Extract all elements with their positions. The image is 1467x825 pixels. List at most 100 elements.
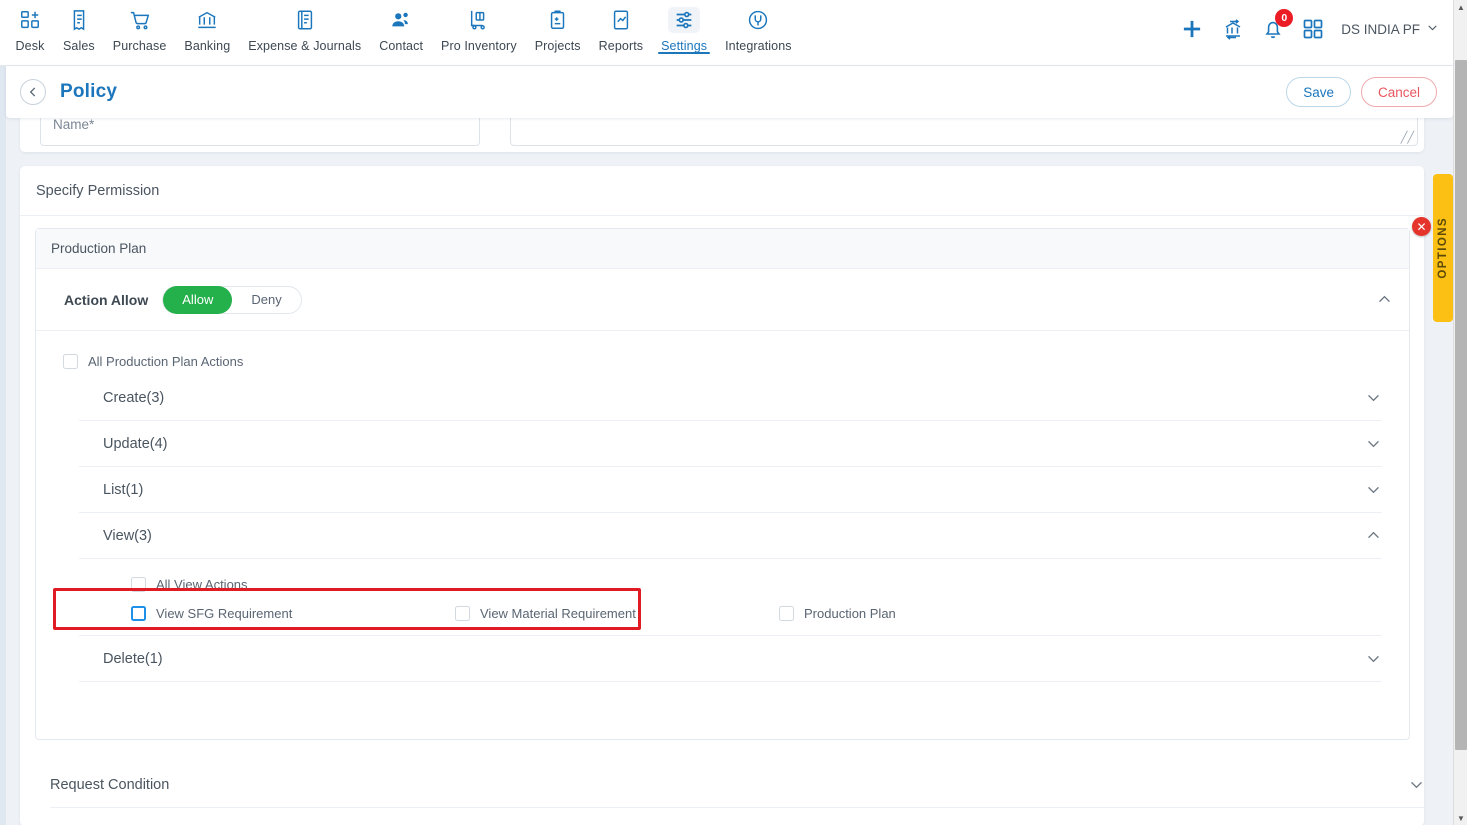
view-material-requirement-label: View Material Requirement bbox=[480, 606, 636, 621]
nav-item-sales[interactable]: Sales bbox=[54, 0, 104, 53]
production-plan-panel: Production Plan Action Allow Allow Deny bbox=[35, 228, 1410, 740]
bank-transfer-icon[interactable] bbox=[1221, 17, 1245, 41]
settings-sliders-icon bbox=[668, 7, 701, 33]
projects-clipboard-icon bbox=[547, 7, 569, 33]
app-root: Desk Sales Purchase Banking Expense & Jo… bbox=[0, 0, 1467, 825]
request-condition-row[interactable]: Request Condition bbox=[50, 762, 1425, 808]
back-button[interactable] bbox=[20, 79, 46, 105]
close-icon[interactable]: ✕ bbox=[1412, 217, 1431, 236]
view-permissions-grid: View SFG Requirement View Material Requi… bbox=[79, 592, 1382, 629]
accordion-create[interactable]: Create(3) bbox=[79, 375, 1382, 421]
accordion-create-label: Create(3) bbox=[103, 389, 165, 406]
nav-label-reports: Reports bbox=[598, 39, 644, 53]
nav-item-pro-inventory[interactable]: Pro Inventory bbox=[432, 0, 526, 53]
title-actions: Save Cancel bbox=[1286, 77, 1437, 107]
top-navigation: Desk Sales Purchase Banking Expense & Jo… bbox=[0, 0, 1453, 66]
specify-permission-title: Specify Permission bbox=[20, 166, 1424, 216]
nav-item-desk[interactable]: Desk bbox=[6, 0, 54, 53]
bank-icon bbox=[196, 7, 218, 33]
view-sfg-requirement-checkbox[interactable] bbox=[131, 606, 146, 621]
nav-item-settings[interactable]: Settings bbox=[652, 0, 716, 54]
nav-item-expense-journals[interactable]: Expense & Journals bbox=[239, 0, 370, 53]
view-sfg-requirement-label: View SFG Requirement bbox=[156, 606, 293, 621]
accordion-delete[interactable]: Delete(1) bbox=[79, 636, 1382, 682]
all-view-actions-label: All View Actions bbox=[156, 577, 248, 592]
options-side-tab[interactable]: OPTIONS bbox=[1433, 174, 1453, 322]
all-view-actions-checkbox[interactable] bbox=[131, 577, 146, 592]
action-allow-label: Action Allow bbox=[64, 291, 149, 308]
scroll-down-arrow-icon[interactable]: ▼ bbox=[1454, 811, 1467, 825]
nav-item-banking[interactable]: Banking bbox=[175, 0, 239, 53]
actions-accordion: Create(3) Update(4) List(1) View(3) All … bbox=[79, 375, 1382, 682]
nav-label-desk: Desk bbox=[15, 39, 45, 53]
accordion-list-label: List(1) bbox=[103, 481, 144, 498]
bell-icon[interactable]: 0 bbox=[1261, 9, 1294, 41]
cancel-button[interactable]: Cancel bbox=[1360, 77, 1437, 107]
page-content: Name* ╱╱ Specify Permission Production P… bbox=[6, 100, 1453, 825]
permission-item-view-material-requirement[interactable]: View Material Requirement bbox=[455, 606, 779, 621]
reports-chart-icon bbox=[610, 7, 632, 33]
production-plan-checkbox[interactable] bbox=[779, 606, 794, 621]
production-plan-header: Production Plan bbox=[36, 229, 1409, 269]
nav-label-sales: Sales bbox=[63, 39, 95, 53]
nav-item-integrations[interactable]: Integrations bbox=[716, 0, 801, 53]
save-button[interactable]: Save bbox=[1286, 77, 1351, 107]
org-switcher[interactable]: DS INDIA PF bbox=[1341, 21, 1439, 37]
nav-label-contact: Contact bbox=[379, 39, 424, 53]
nav-item-contact[interactable]: Contact bbox=[370, 0, 432, 53]
page-titlebar: Policy Save Cancel bbox=[6, 66, 1453, 118]
nav-label-settings: Settings bbox=[661, 39, 708, 53]
action-allow-row: Action Allow Allow Deny bbox=[36, 269, 1409, 331]
chevron-down-icon bbox=[1426, 21, 1439, 37]
chevron-down-icon-request-condition[interactable] bbox=[1408, 776, 1425, 793]
view-actions-body: All View Actions View SFG Requirement Vi… bbox=[79, 559, 1382, 636]
all-view-actions-row[interactable]: All View Actions bbox=[79, 571, 1382, 592]
specify-permission-card: Specify Permission Production Plan Actio… bbox=[20, 166, 1425, 825]
request-condition-label: Request Condition bbox=[50, 776, 170, 793]
nav-item-purchase[interactable]: Purchase bbox=[104, 0, 176, 53]
desk-icon bbox=[19, 7, 41, 33]
nav-item-reports[interactable]: Reports bbox=[590, 0, 652, 53]
nav-label-integrations: Integrations bbox=[725, 39, 792, 53]
allow-deny-toggle[interactable]: Allow Deny bbox=[162, 285, 302, 314]
browser-scrollbar[interactable]: ▲ ▼ bbox=[1453, 0, 1467, 825]
inventory-trolley-icon bbox=[468, 7, 490, 33]
purchase-cart-icon bbox=[129, 7, 151, 33]
nav-label-projects: Projects bbox=[534, 39, 581, 53]
production-plan-label: Production Plan bbox=[804, 606, 896, 621]
view-material-requirement-checkbox[interactable] bbox=[455, 606, 470, 621]
accordion-delete-label: Delete(1) bbox=[103, 650, 163, 667]
chevron-up-icon-view[interactable] bbox=[1365, 527, 1382, 544]
chevron-down-icon-list[interactable] bbox=[1365, 481, 1382, 498]
nav-right-actions: 0 DS INDIA PF bbox=[1179, 0, 1453, 58]
sales-icon bbox=[68, 7, 90, 33]
deny-option[interactable]: Deny bbox=[232, 286, 300, 314]
accordion-update-label: Update(4) bbox=[103, 435, 168, 452]
nav-items: Desk Sales Purchase Banking Expense & Jo… bbox=[0, 0, 801, 54]
all-production-plan-actions-row[interactable]: All Production Plan Actions bbox=[36, 331, 1409, 375]
page-title: Policy bbox=[60, 81, 118, 102]
nav-item-projects[interactable]: Projects bbox=[526, 0, 590, 53]
accordion-view-label: View(3) bbox=[103, 527, 152, 544]
nav-label-purchase: Purchase bbox=[112, 39, 167, 53]
scrollbar-thumb[interactable] bbox=[1455, 60, 1467, 750]
chevron-down-icon-delete[interactable] bbox=[1365, 650, 1382, 667]
permission-item-production-plan[interactable]: Production Plan bbox=[779, 606, 896, 621]
grid-apps-icon[interactable] bbox=[1301, 17, 1325, 41]
chevron-down-icon-update[interactable] bbox=[1365, 435, 1382, 452]
resize-handle-icon[interactable]: ╱╱ bbox=[1401, 131, 1414, 144]
plus-icon[interactable] bbox=[1179, 16, 1205, 42]
chevron-down-icon-create[interactable] bbox=[1365, 389, 1382, 406]
contact-people-icon bbox=[390, 7, 412, 33]
permission-item-view-sfg-requirement[interactable]: View SFG Requirement bbox=[131, 606, 455, 621]
chevron-up-icon-panel[interactable] bbox=[1376, 291, 1393, 308]
integrations-plug-icon bbox=[747, 7, 769, 33]
allow-option[interactable]: Allow bbox=[163, 285, 233, 314]
accordion-view[interactable]: View(3) bbox=[79, 513, 1382, 559]
accordion-list[interactable]: List(1) bbox=[79, 467, 1382, 513]
scroll-up-arrow-icon[interactable]: ▲ bbox=[1454, 0, 1467, 14]
accordion-update[interactable]: Update(4) bbox=[79, 421, 1382, 467]
nav-label-banking: Banking bbox=[184, 39, 231, 53]
all-production-plan-actions-checkbox[interactable] bbox=[63, 353, 78, 369]
options-side-tab-label: OPTIONS bbox=[1437, 217, 1449, 279]
